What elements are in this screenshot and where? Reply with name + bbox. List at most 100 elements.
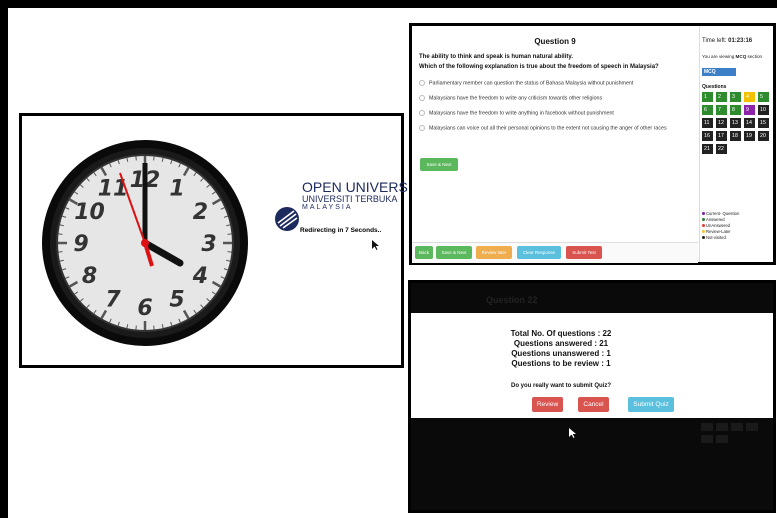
bottom-toolbar: Back Save & Next Review later Clear Resp… — [412, 242, 698, 263]
logo-subtitle: UNIVERSITI TERBUKA — [302, 194, 398, 204]
clear-response-button[interactable]: Clear Response — [517, 246, 561, 259]
submit-test-button[interactable]: Submit Test — [566, 246, 602, 259]
question-number-button[interactable]: 22 — [716, 144, 727, 154]
option-label: Parliamentary member can question the st… — [429, 80, 634, 87]
question-stem: The ability to think and speak is human … — [419, 54, 573, 60]
background-palette-cell — [731, 423, 743, 431]
answer-option[interactable]: Malaysians have the freedom to write any… — [419, 95, 681, 102]
question-number-button[interactable]: 7 — [716, 105, 727, 115]
submit-dialog-screen: Question 22 Total No. Of questions : 22 … — [408, 280, 776, 513]
option-label: Malaysians can voice out all their perso… — [429, 125, 667, 132]
clock-numeral: 5 — [169, 287, 184, 312]
question-number-button[interactable]: 20 — [758, 131, 769, 141]
section-info-prefix: You are viewing — [702, 54, 735, 59]
question-number-button[interactable]: 11 — [702, 118, 713, 128]
question-number-button[interactable]: 6 — [702, 105, 713, 115]
back-button[interactable]: Back — [415, 246, 433, 259]
question-text: Which of the following explanation is tr… — [419, 64, 659, 70]
answer-option[interactable]: Malaysians have the freedom to write any… — [419, 110, 681, 117]
quiz-screen: Question 9 The ability to think and spea… — [409, 23, 776, 265]
question-number-button[interactable]: 2 — [716, 92, 727, 102]
question-number-button[interactable]: 18 — [730, 131, 741, 141]
submit-quiz-button[interactable]: Submit Quiz — [628, 397, 674, 412]
question-number-button[interactable]: 9 — [744, 105, 755, 115]
legend-label: Not-visited — [706, 235, 726, 240]
open-university-logo-icon — [275, 207, 299, 231]
background-palette-cell — [716, 423, 728, 431]
confirm-question: Do you really want to submit Quiz? — [510, 383, 611, 389]
legend-dot-icon — [702, 212, 705, 215]
review-button[interactable]: Review — [532, 397, 563, 412]
section-info-suffix: section — [747, 54, 763, 59]
radio-icon[interactable] — [419, 95, 425, 101]
background-palette-cell — [716, 435, 728, 443]
question-number-button[interactable]: 14 — [744, 118, 755, 128]
save-next-bottom-button[interactable]: Save & Next — [436, 246, 472, 259]
question-number-button[interactable]: 19 — [744, 131, 755, 141]
redirect-screen: 121234567891011 OPEN UNIVERSITY UNIVERSI… — [19, 113, 430, 368]
total-questions: Total No. Of questions : 22 — [510, 329, 612, 338]
question-number-button[interactable]: 17 — [716, 131, 727, 141]
clock-numeral: 4 — [192, 264, 208, 289]
review-later-button[interactable]: Review later — [476, 246, 512, 259]
question-number-button[interactable]: 10 — [758, 105, 769, 115]
save-next-button[interactable]: Save & Next — [420, 158, 458, 171]
background-palette-cell — [701, 435, 713, 443]
background-question-title: Question 22 — [486, 295, 538, 305]
timer-value: 01:23:16 — [728, 38, 753, 44]
logo-country: MALAYSIA — [302, 204, 353, 211]
option-label: Malaysians have the freedom to write any… — [429, 110, 614, 117]
section-info-name: MCQ — [735, 54, 747, 59]
clock-numeral: 1 — [169, 177, 184, 202]
legend-dot-icon — [702, 224, 705, 227]
analog-clock: 121234567891011 — [42, 140, 248, 346]
legend-label: UnAnswered — [706, 223, 730, 228]
cancel-button[interactable]: Cancel — [578, 397, 609, 412]
answered-count: Questions answered : 21 — [513, 339, 609, 348]
mouse-cursor-icon — [372, 240, 379, 250]
question-number-button[interactable]: 5 — [758, 92, 769, 102]
question-number-button[interactable]: 21 — [702, 144, 713, 154]
answer-option[interactable]: Malaysians can voice out all their perso… — [419, 125, 681, 132]
answer-option[interactable]: Parliamentary member can question the st… — [419, 80, 681, 87]
question-number-button[interactable]: 15 — [758, 118, 769, 128]
section-info: You are viewing MCQ section — [702, 54, 762, 59]
legend-label: Review-Later — [706, 229, 731, 234]
clock-numeral: 10 — [74, 200, 105, 225]
question-number-button[interactable]: 16 — [702, 131, 713, 141]
clock-numeral: 11 — [98, 177, 129, 202]
question-number-button[interactable]: 3 — [730, 92, 741, 102]
question-title: Question 9 — [534, 37, 576, 46]
legend-dot-icon — [702, 230, 705, 233]
question-palette: 1 2 3 4 5 6 7 8 9 10 11 12 13 14 15 16 17 18 19 20 21 22 — [702, 92, 772, 154]
legend-dot-icon — [702, 218, 705, 221]
redirect-message: Redirecting in 7 Seconds.. — [300, 227, 382, 234]
timer: Time left: 01:23:16 — [702, 38, 752, 44]
question-number-button[interactable]: 12 — [716, 118, 727, 128]
submit-confirmation-dialog: Total No. Of questions : 22 Questions an… — [411, 313, 773, 418]
question-number-button[interactable]: 13 — [730, 118, 741, 128]
option-label: Malaysians have the freedom to write any… — [429, 95, 603, 102]
clock-numeral: 9 — [73, 232, 88, 257]
radio-icon[interactable] — [419, 125, 425, 131]
clock-numeral: 7 — [105, 287, 121, 312]
radio-icon[interactable] — [419, 80, 425, 86]
timer-label: Time left: — [702, 38, 727, 44]
radio-icon[interactable] — [419, 110, 425, 116]
review-count: Questions to be review : 1 — [511, 359, 611, 368]
questions-label: Questions — [702, 84, 727, 90]
question-number-button[interactable]: 8 — [730, 105, 741, 115]
section-tab-mcq[interactable]: MCQ — [702, 68, 736, 76]
clock-numeral: 8 — [82, 264, 97, 289]
mouse-cursor-icon — [569, 428, 576, 438]
clock-numeral: 3 — [201, 232, 216, 257]
legend-dot-icon — [702, 236, 705, 239]
status-legend: Current- Question Answered UnAnswered Revie… — [702, 211, 739, 241]
clock-numeral: 6 — [137, 296, 152, 321]
legend-label: Current- Question — [706, 211, 740, 216]
question-number-button[interactable]: 1 — [702, 92, 713, 102]
question-number-button[interactable]: 4 — [744, 92, 755, 102]
clock-numeral: 2 — [193, 200, 208, 225]
legend-item: Not-visited — [702, 235, 739, 241]
legend-label: Answered — [706, 217, 725, 222]
